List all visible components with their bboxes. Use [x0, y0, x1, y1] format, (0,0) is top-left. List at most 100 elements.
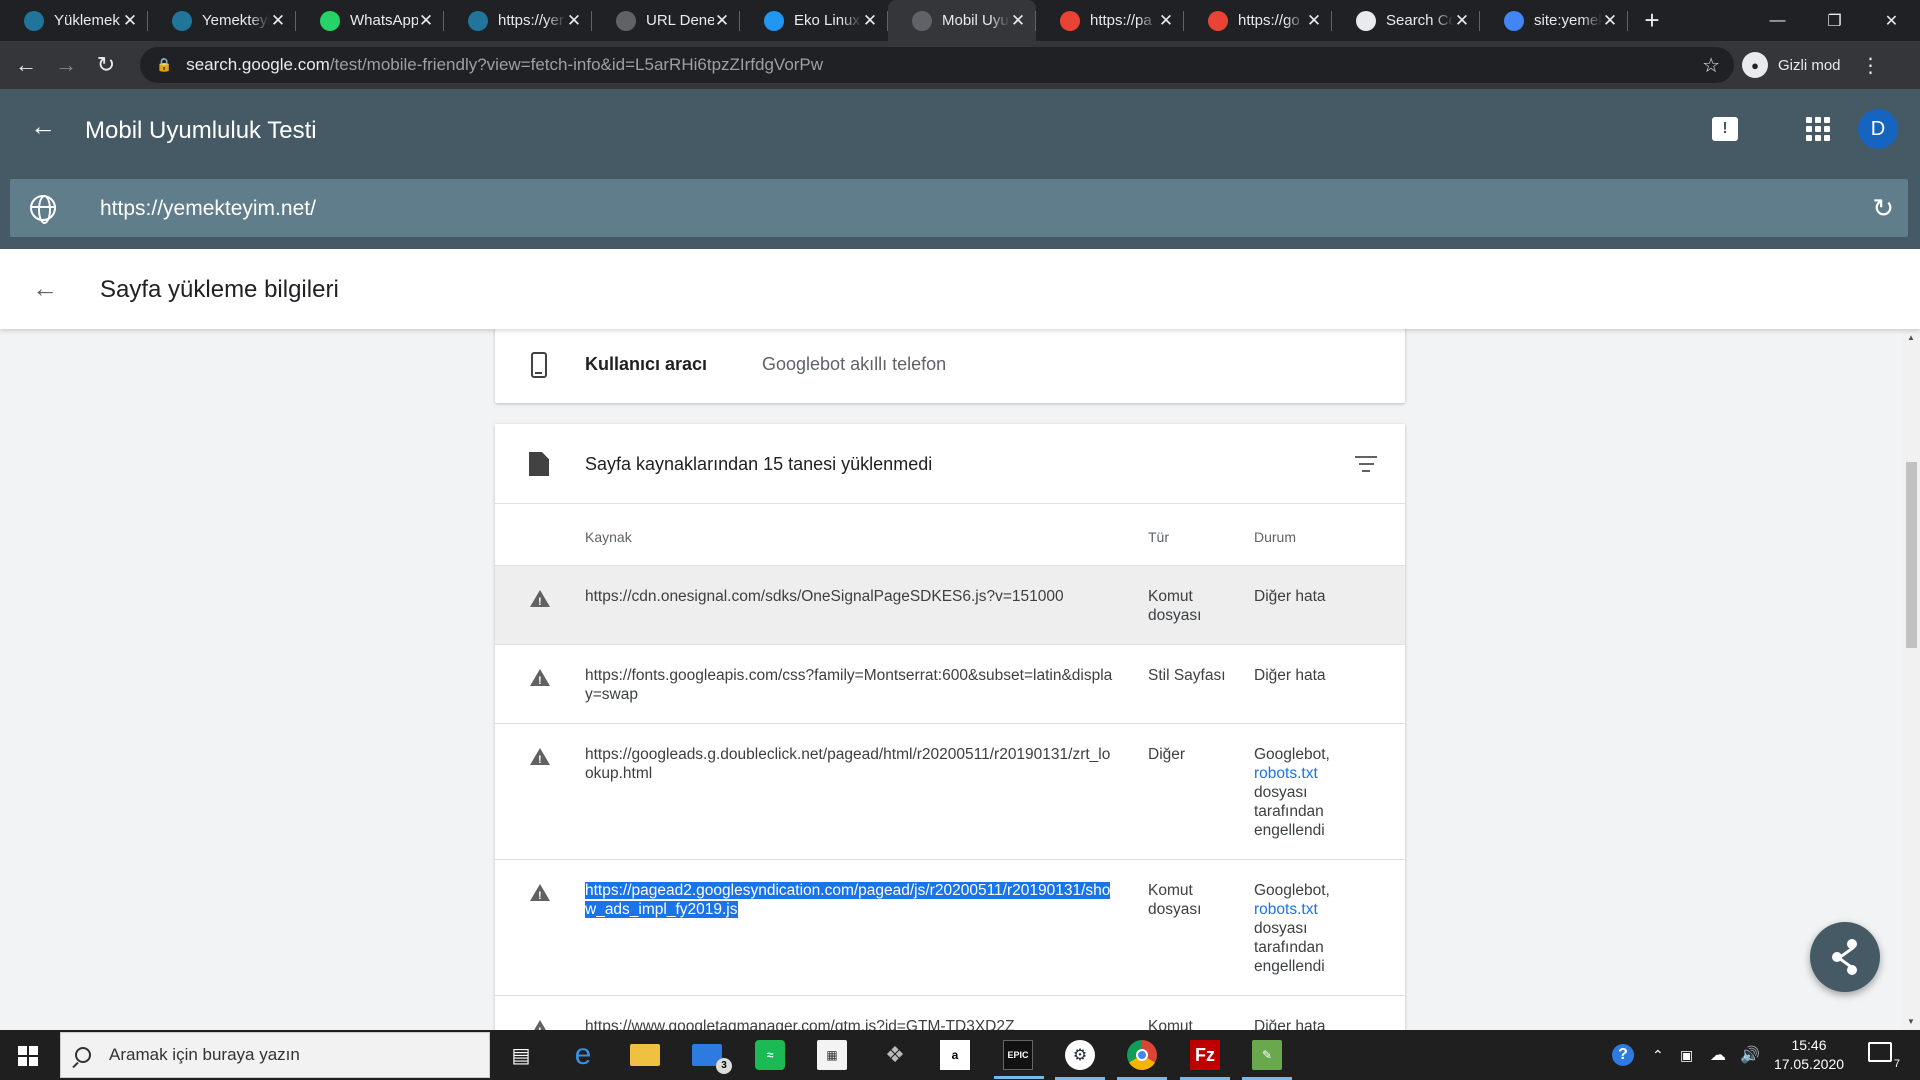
browser-tab[interactable]: Mobil Uyu ✕ [888, 0, 1036, 41]
incognito-icon: ● [1742, 52, 1768, 78]
task-view-icon[interactable]: ▤ [506, 1040, 536, 1070]
taskbar-search[interactable]: Aramak için buraya yazın [60, 1032, 490, 1078]
windows-start-icon[interactable] [18, 1046, 38, 1066]
browser-tab[interactable]: WhatsApp ✕ [296, 0, 444, 41]
table-row[interactable]: https://cdn.onesignal.com/sdks/OneSignal… [495, 566, 1405, 645]
browser-tab[interactable]: Search Co ✕ [1332, 0, 1480, 41]
table-row[interactable]: https://fonts.googleapis.com/css?family=… [495, 645, 1405, 724]
tested-url: https://yemekteyim.net/ [100, 197, 316, 220]
browser-tab[interactable]: site:yemek ✕ [1480, 0, 1628, 41]
browser-menu-icon[interactable]: ⋮ [1851, 53, 1891, 78]
tray-chevron-icon[interactable]: ⌃ [1652, 1030, 1664, 1080]
status-detail: dosyası tarafından engellendi [1254, 920, 1325, 975]
filter-icon[interactable] [1355, 456, 1377, 477]
back-arrow-icon[interactable]: ← [6, 45, 46, 85]
tab-title: Eko Linux [794, 12, 860, 29]
notepad-app-icon[interactable]: ✎ [1242, 1040, 1292, 1080]
table-row[interactable]: https://pagead2.googlesyndication.com/pa… [495, 860, 1405, 996]
scrollbar-thumb[interactable] [1906, 462, 1917, 648]
notification-center-icon[interactable]: 7 [1868, 1042, 1900, 1070]
bookmark-star-icon[interactable]: ☆ [1702, 53, 1720, 78]
incognito-indicator[interactable]: ● Gizli mod [1742, 50, 1841, 80]
close-tab-icon[interactable]: ✕ [566, 11, 582, 31]
taskbar-clock[interactable]: 15:46 17.05.2020 [1772, 1036, 1846, 1074]
app-header: ← Mobil Uyumluluk Testi ! D https://yeme… [0, 89, 1920, 249]
cloud-icon [764, 10, 784, 31]
resource-url[interactable]: https://googleads.g.doubleclick.net/page… [585, 745, 1115, 783]
lock-icon: 🔒 [156, 57, 173, 72]
windows-taskbar: Aramak için buraya yazın ▤ e 3 ≈ ▦ ❖ a E… [0, 1030, 1920, 1080]
avatar[interactable]: D [1858, 109, 1898, 149]
mail-icon[interactable]: 3 [692, 1044, 732, 1074]
table-row[interactable]: https://googleads.g.doubleclick.net/page… [495, 724, 1405, 860]
back-arrow-icon[interactable]: ← [32, 273, 58, 304]
resource-type: Komut dosyası [1148, 882, 1202, 918]
minimize-button[interactable]: — [1749, 0, 1806, 41]
robots-txt-link[interactable]: robots.txt [1254, 901, 1318, 918]
close-tab-icon[interactable]: ✕ [122, 11, 138, 31]
steam-icon[interactable]: ⚙ [1055, 1040, 1105, 1080]
search-console-icon [616, 10, 636, 31]
epic-games-icon[interactable]: EPIC [994, 1040, 1044, 1079]
restore-button[interactable]: ❐ [1806, 0, 1863, 41]
spotify-icon[interactable]: ≈ [755, 1040, 785, 1070]
tab-title: site:yemek [1534, 12, 1602, 29]
browser-tab[interactable]: https://pa ✕ [1036, 0, 1184, 41]
onedrive-icon[interactable]: ☁ [1710, 1030, 1726, 1080]
close-tab-icon[interactable]: ✕ [1010, 11, 1026, 31]
apps-grid-icon[interactable] [1806, 117, 1830, 141]
forward-arrow-icon[interactable]: → [46, 45, 86, 85]
close-tab-icon[interactable]: ✕ [862, 11, 878, 31]
filezilla-icon[interactable]: Fz [1180, 1040, 1230, 1080]
tab-title: Search Co [1386, 12, 1454, 29]
whatsapp-icon [320, 10, 340, 31]
browser-tab[interactable]: URL Dene ✕ [592, 0, 740, 41]
battery-icon[interactable]: ▣ [1680, 1030, 1693, 1080]
resource-type: Diğer [1148, 746, 1186, 763]
resource-url[interactable]: https://pagead2.googlesyndication.com/pa… [585, 881, 1115, 919]
file-explorer-icon[interactable] [630, 1044, 660, 1066]
notification-count: 7 [1893, 1058, 1900, 1070]
browser-tab[interactable]: https://yer ✕ [444, 0, 592, 41]
close-tab-icon[interactable]: ✕ [1158, 11, 1174, 31]
status-text: Diğer hata [1254, 667, 1326, 684]
edge-icon[interactable]: e [568, 1038, 598, 1071]
url-path: /test/mobile-friendly?view=fetch-info&id… [329, 55, 824, 74]
page-scrollbar[interactable]: ▲ ▼ [1903, 329, 1920, 1030]
search-console-icon [912, 10, 932, 31]
reload-icon[interactable]: ↻ [86, 45, 126, 85]
feedback-icon[interactable]: ! [1712, 117, 1738, 141]
new-tab-button[interactable]: + [1632, 0, 1672, 41]
resource-url[interactable]: https://fonts.googleapis.com/css?family=… [585, 666, 1115, 704]
close-tab-icon[interactable]: ✕ [1454, 11, 1470, 31]
incognito-label: Gizli mod [1778, 56, 1841, 74]
browser-tab[interactable]: https://go ✕ [1184, 0, 1332, 41]
close-tab-icon[interactable]: ✕ [418, 11, 434, 31]
share-button[interactable] [1810, 922, 1880, 992]
browser-tab[interactable]: Yüklemek ✕ [0, 0, 148, 41]
resource-url[interactable]: https://cdn.onesignal.com/sdks/OneSignal… [585, 587, 1115, 606]
browser-tab[interactable]: Yemekteyi ✕ [148, 0, 296, 41]
close-tab-icon[interactable]: ✕ [714, 11, 730, 31]
document-icon [529, 452, 549, 476]
store-icon[interactable]: ▦ [817, 1040, 847, 1070]
chrome-icon[interactable] [1117, 1040, 1167, 1080]
back-arrow-icon[interactable]: ← [30, 111, 60, 141]
close-tab-icon[interactable]: ✕ [1306, 11, 1322, 31]
retest-icon[interactable]: ↻ [1872, 193, 1894, 224]
browser-tab[interactable]: Eko Linux ✕ [740, 0, 888, 41]
help-icon[interactable]: ? [1612, 1030, 1634, 1080]
amazon-icon[interactable]: a [940, 1040, 970, 1070]
clock-time: 15:46 [1791, 1037, 1827, 1053]
close-tab-icon[interactable]: ✕ [270, 11, 286, 31]
resource-status: Googlebot, robots.txt dosyası tarafından… [1254, 881, 1374, 976]
address-bar[interactable]: 🔒 search.google.com /test/mobile-friendl… [140, 47, 1734, 83]
close-tab-icon[interactable]: ✕ [1602, 11, 1618, 31]
close-window-button[interactable]: ✕ [1863, 0, 1920, 41]
robots-txt-link[interactable]: robots.txt [1254, 765, 1318, 782]
dropbox-icon[interactable]: ❖ [880, 1040, 910, 1070]
scroll-up-icon[interactable]: ▲ [1907, 333, 1915, 342]
scroll-down-icon[interactable]: ▼ [1907, 1017, 1915, 1026]
subheader: ← Sayfa yükleme bilgileri [0, 249, 1920, 329]
volume-icon[interactable]: 🔊 [1740, 1030, 1760, 1080]
